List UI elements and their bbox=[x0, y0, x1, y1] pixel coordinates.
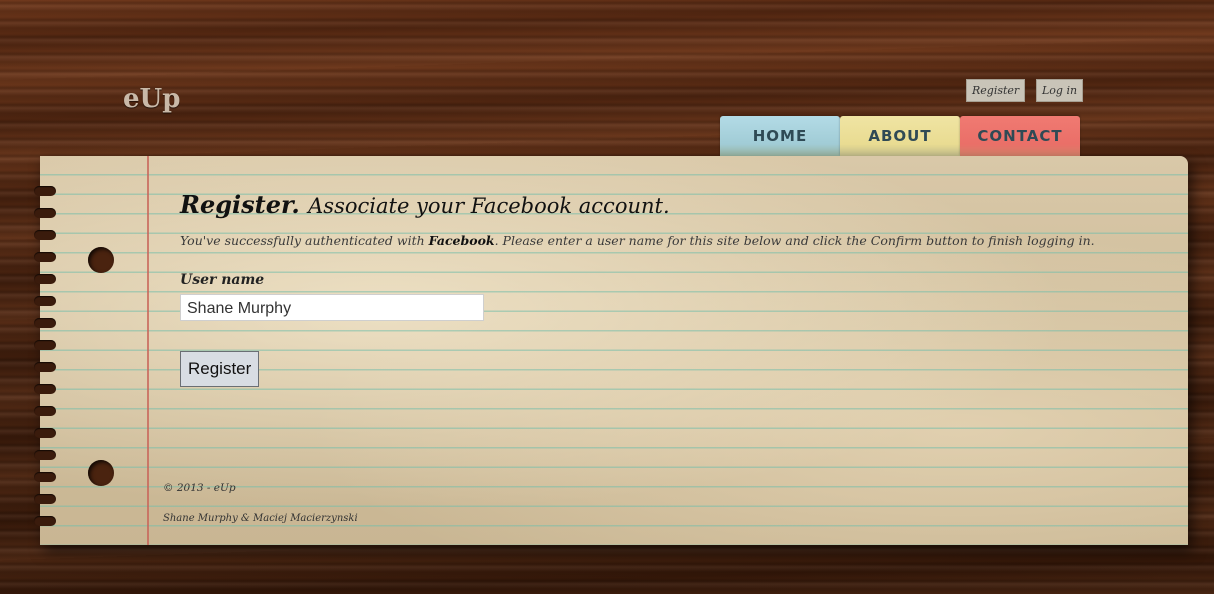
login-link[interactable]: Log in bbox=[1036, 79, 1084, 102]
page-title: Register. Associate your Facebook accoun… bbox=[180, 190, 1140, 219]
spiral-ring bbox=[34, 494, 56, 504]
register-link[interactable]: Register bbox=[966, 79, 1026, 102]
spiral-ring bbox=[34, 516, 56, 526]
margin-line bbox=[147, 156, 149, 545]
tab-contact[interactable]: CONTACT bbox=[960, 116, 1080, 156]
provider-name: Facebook bbox=[428, 233, 495, 248]
notebook-paper: Register. Associate your Facebook accoun… bbox=[34, 156, 1188, 545]
description-text-end: . Please enter a user name for this site… bbox=[494, 233, 1095, 248]
register-button[interactable]: Register bbox=[180, 351, 260, 387]
spiral-ring bbox=[34, 340, 56, 350]
spiral-ring bbox=[34, 252, 56, 262]
spiral-ring bbox=[34, 208, 56, 218]
site-logo[interactable]: eUp bbox=[123, 84, 180, 114]
user-name-label: User name bbox=[180, 272, 265, 288]
punch-hole bbox=[88, 460, 114, 486]
spiral-ring bbox=[34, 406, 56, 416]
register-form: Register. Associate your Facebook accoun… bbox=[180, 190, 1140, 387]
spiral-ring bbox=[34, 318, 56, 328]
authors-text: Shane Murphy & Maciej Macierzynski bbox=[163, 513, 358, 524]
page-subtitle: Associate your Facebook account. bbox=[308, 194, 670, 218]
spiral-ring bbox=[34, 362, 56, 372]
spiral-ring bbox=[34, 274, 56, 284]
description-text: You've successfully authenticated with bbox=[180, 233, 429, 248]
spiral-ring bbox=[34, 230, 56, 240]
tab-home[interactable]: HOME bbox=[720, 116, 840, 156]
spiral-ring bbox=[34, 472, 56, 482]
auth-description: You've successfully authenticated with F… bbox=[180, 233, 1140, 248]
copyright-text: © 2013 - eUp bbox=[163, 482, 236, 494]
user-name-input[interactable]: Shane Murphy bbox=[180, 294, 484, 321]
spiral-ring bbox=[34, 296, 56, 306]
punch-hole bbox=[88, 247, 114, 273]
spiral-ring bbox=[34, 384, 56, 394]
tab-about[interactable]: ABOUT bbox=[840, 116, 960, 156]
spiral-ring bbox=[34, 428, 56, 438]
spiral-ring bbox=[34, 186, 56, 196]
page-title-main: Register. bbox=[180, 190, 300, 219]
spiral-ring bbox=[34, 450, 56, 460]
